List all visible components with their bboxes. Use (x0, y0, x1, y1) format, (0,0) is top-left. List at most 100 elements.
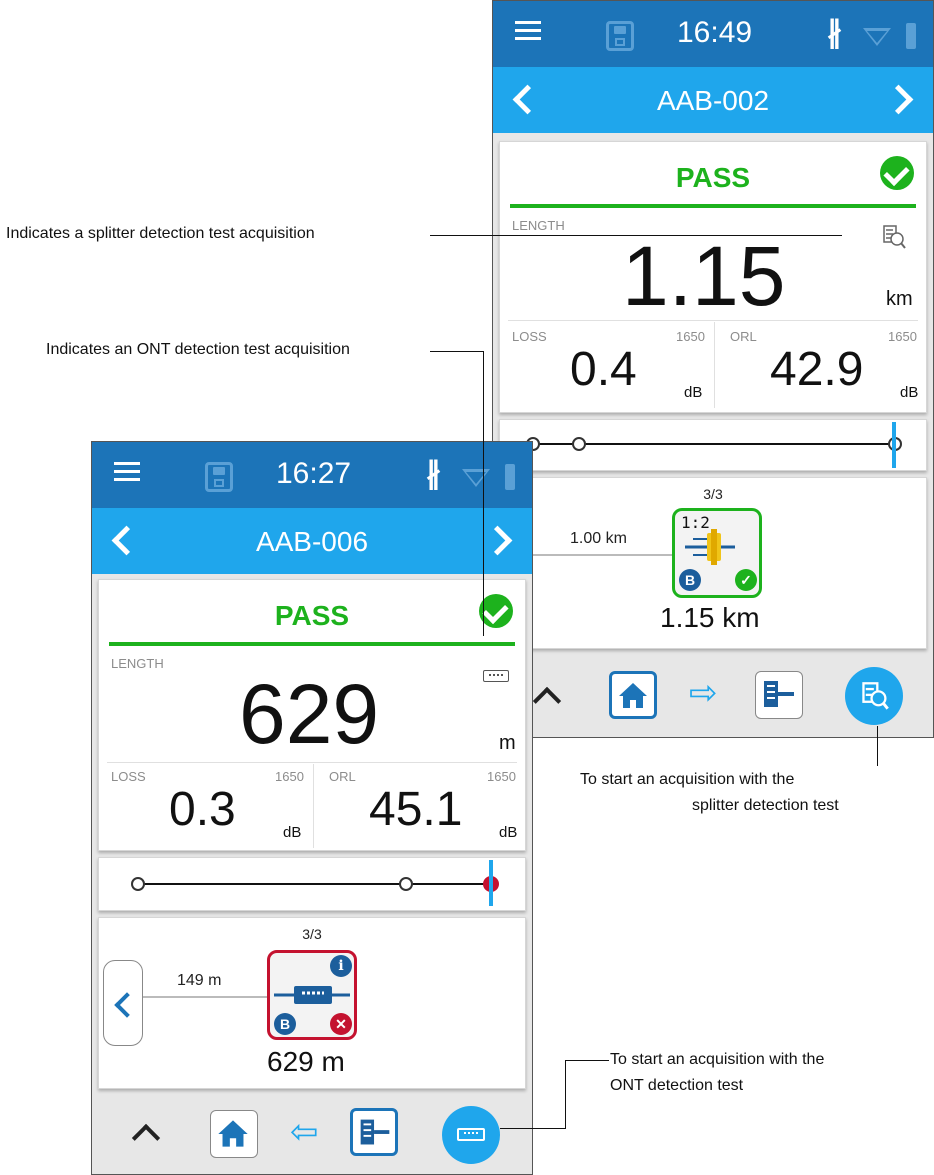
segment-line (143, 996, 267, 998)
bluetooth-icon: ∦ (827, 16, 842, 49)
orl-unit: dB (499, 824, 518, 841)
home-button[interactable] (609, 671, 657, 719)
orl-wavelength: 1650 (487, 769, 516, 784)
orl-wavelength: 1650 (888, 329, 917, 344)
event-node (131, 877, 145, 891)
left-chevron-icon (114, 992, 140, 1018)
verdict-underline (510, 204, 916, 208)
leader-line (565, 1060, 566, 1128)
loss-label: LOSS (111, 769, 146, 784)
event-node (572, 437, 586, 451)
b-badge-icon: B (274, 1013, 296, 1035)
segment-line (526, 554, 672, 556)
orl-value: 45.1 (369, 783, 463, 836)
leader-line (430, 351, 483, 352)
expand-chevron-icon[interactable] (131, 1123, 161, 1153)
ont-start-annotation-line1: To start an acquisition with the (610, 1051, 825, 1068)
leader-line (877, 726, 878, 766)
menu-icon[interactable] (515, 29, 541, 32)
orl-label: ORL (329, 769, 356, 784)
summary-card: PASS LENGTH 629 m LOSS 1650 0.3 dB ORL 1… (98, 579, 526, 851)
leader-line (430, 235, 842, 236)
ont-detection-icon (457, 1128, 485, 1141)
splitter-indicator-annotation: Indicates a splitter detection test acqu… (6, 225, 315, 242)
start-splitter-acquisition-button[interactable] (845, 667, 903, 725)
clock: 16:27 (276, 457, 352, 490)
test-mode-button[interactable] (755, 671, 803, 719)
ont-start-annotation-line2: ONT detection test (610, 1077, 744, 1094)
link-overview[interactable] (499, 419, 927, 471)
length-unit: m (499, 732, 516, 754)
divider (508, 320, 918, 321)
bluetooth-icon: ∦ (426, 457, 441, 490)
menu-icon[interactable] (114, 470, 140, 473)
left-arrow-icon: ⇦ (290, 1113, 319, 1151)
ont-mode-icon (360, 1119, 390, 1145)
length-unit: km (886, 288, 913, 310)
title-bar: AAB-006 (92, 508, 532, 574)
splitter-detection-icon (883, 225, 906, 249)
clock: 16:49 (677, 16, 753, 49)
verdict-label: PASS (274, 600, 350, 631)
bottom-toolbar: ⇨ (493, 657, 933, 737)
position-cursor[interactable] (489, 860, 493, 906)
splitter-start-annotation-line2: splitter detection test (692, 797, 839, 814)
pass-check-icon (880, 156, 914, 190)
wifi-icon (462, 469, 490, 487)
element-view: 3/3 1.00 km 1:2 B ✓ 1.15 km (493, 477, 927, 649)
ont-element[interactable]: i B ✕ (267, 950, 357, 1040)
verdict-label: PASS (675, 162, 751, 193)
orl-value: 42.9 (770, 343, 864, 396)
fiber-line (133, 883, 491, 885)
test-mode-button[interactable] (350, 1108, 398, 1156)
length-label: LENGTH (512, 218, 565, 233)
length-value: 629 (239, 667, 380, 761)
start-ont-acquisition-button[interactable] (442, 1106, 500, 1164)
position-cursor[interactable] (892, 422, 896, 468)
event-node (399, 877, 413, 891)
splitter-start-annotation-line1: To start an acquisition with the (580, 771, 795, 788)
ont-icon (274, 986, 350, 1004)
battery-icon (906, 23, 916, 49)
leader-line (500, 1128, 566, 1129)
right-arrow-icon: ⇨ (689, 674, 718, 712)
splitter-element[interactable]: 1:2 B ✓ (672, 508, 762, 598)
save-icon[interactable] (606, 21, 634, 51)
element-distance: 1.15 km (660, 602, 760, 633)
loss-wavelength: 1650 (275, 769, 304, 784)
status-bar: 16:27 ∦ (92, 442, 532, 508)
file-title: AAB-006 (255, 526, 369, 557)
page-indicator: 3/3 (703, 486, 723, 502)
length-value: 1.15 (622, 229, 786, 323)
loss-value: 0.3 (169, 783, 236, 836)
save-icon[interactable] (205, 462, 233, 492)
status-bar: 16:49 ∦ (493, 1, 933, 67)
home-icon (619, 683, 647, 708)
length-label: LENGTH (111, 656, 164, 671)
segment-distance: 149 m (177, 972, 222, 989)
loss-unit: dB (684, 384, 703, 401)
ont-detection-icon (483, 670, 509, 682)
link-overview[interactable] (98, 857, 526, 911)
file-title: AAB-002 (656, 85, 770, 116)
splitter-detection-icon (862, 682, 889, 710)
ont-indicator-annotation: Indicates an ONT detection test acquisit… (46, 341, 350, 358)
loss-label: LOSS (512, 329, 547, 344)
home-button[interactable] (210, 1110, 258, 1158)
page-indicator: 3/3 (302, 926, 322, 942)
wifi-icon (863, 28, 891, 46)
previous-element-button[interactable] (103, 960, 143, 1046)
info-badge-icon: i (330, 955, 352, 977)
loss-wavelength: 1650 (676, 329, 705, 344)
orl-unit: dB (900, 384, 919, 401)
segment-distance: 1.00 km (570, 530, 627, 547)
leader-line (565, 1060, 609, 1061)
expand-chevron-icon[interactable] (532, 686, 562, 716)
loss-value: 0.4 (570, 343, 637, 396)
ok-badge-icon: ✓ (735, 569, 757, 591)
loss-unit: dB (283, 824, 302, 841)
divider (714, 322, 715, 408)
element-distance: 629 m (267, 1046, 345, 1077)
splitter-mode-icon (764, 681, 794, 707)
verdict-underline (109, 642, 515, 646)
